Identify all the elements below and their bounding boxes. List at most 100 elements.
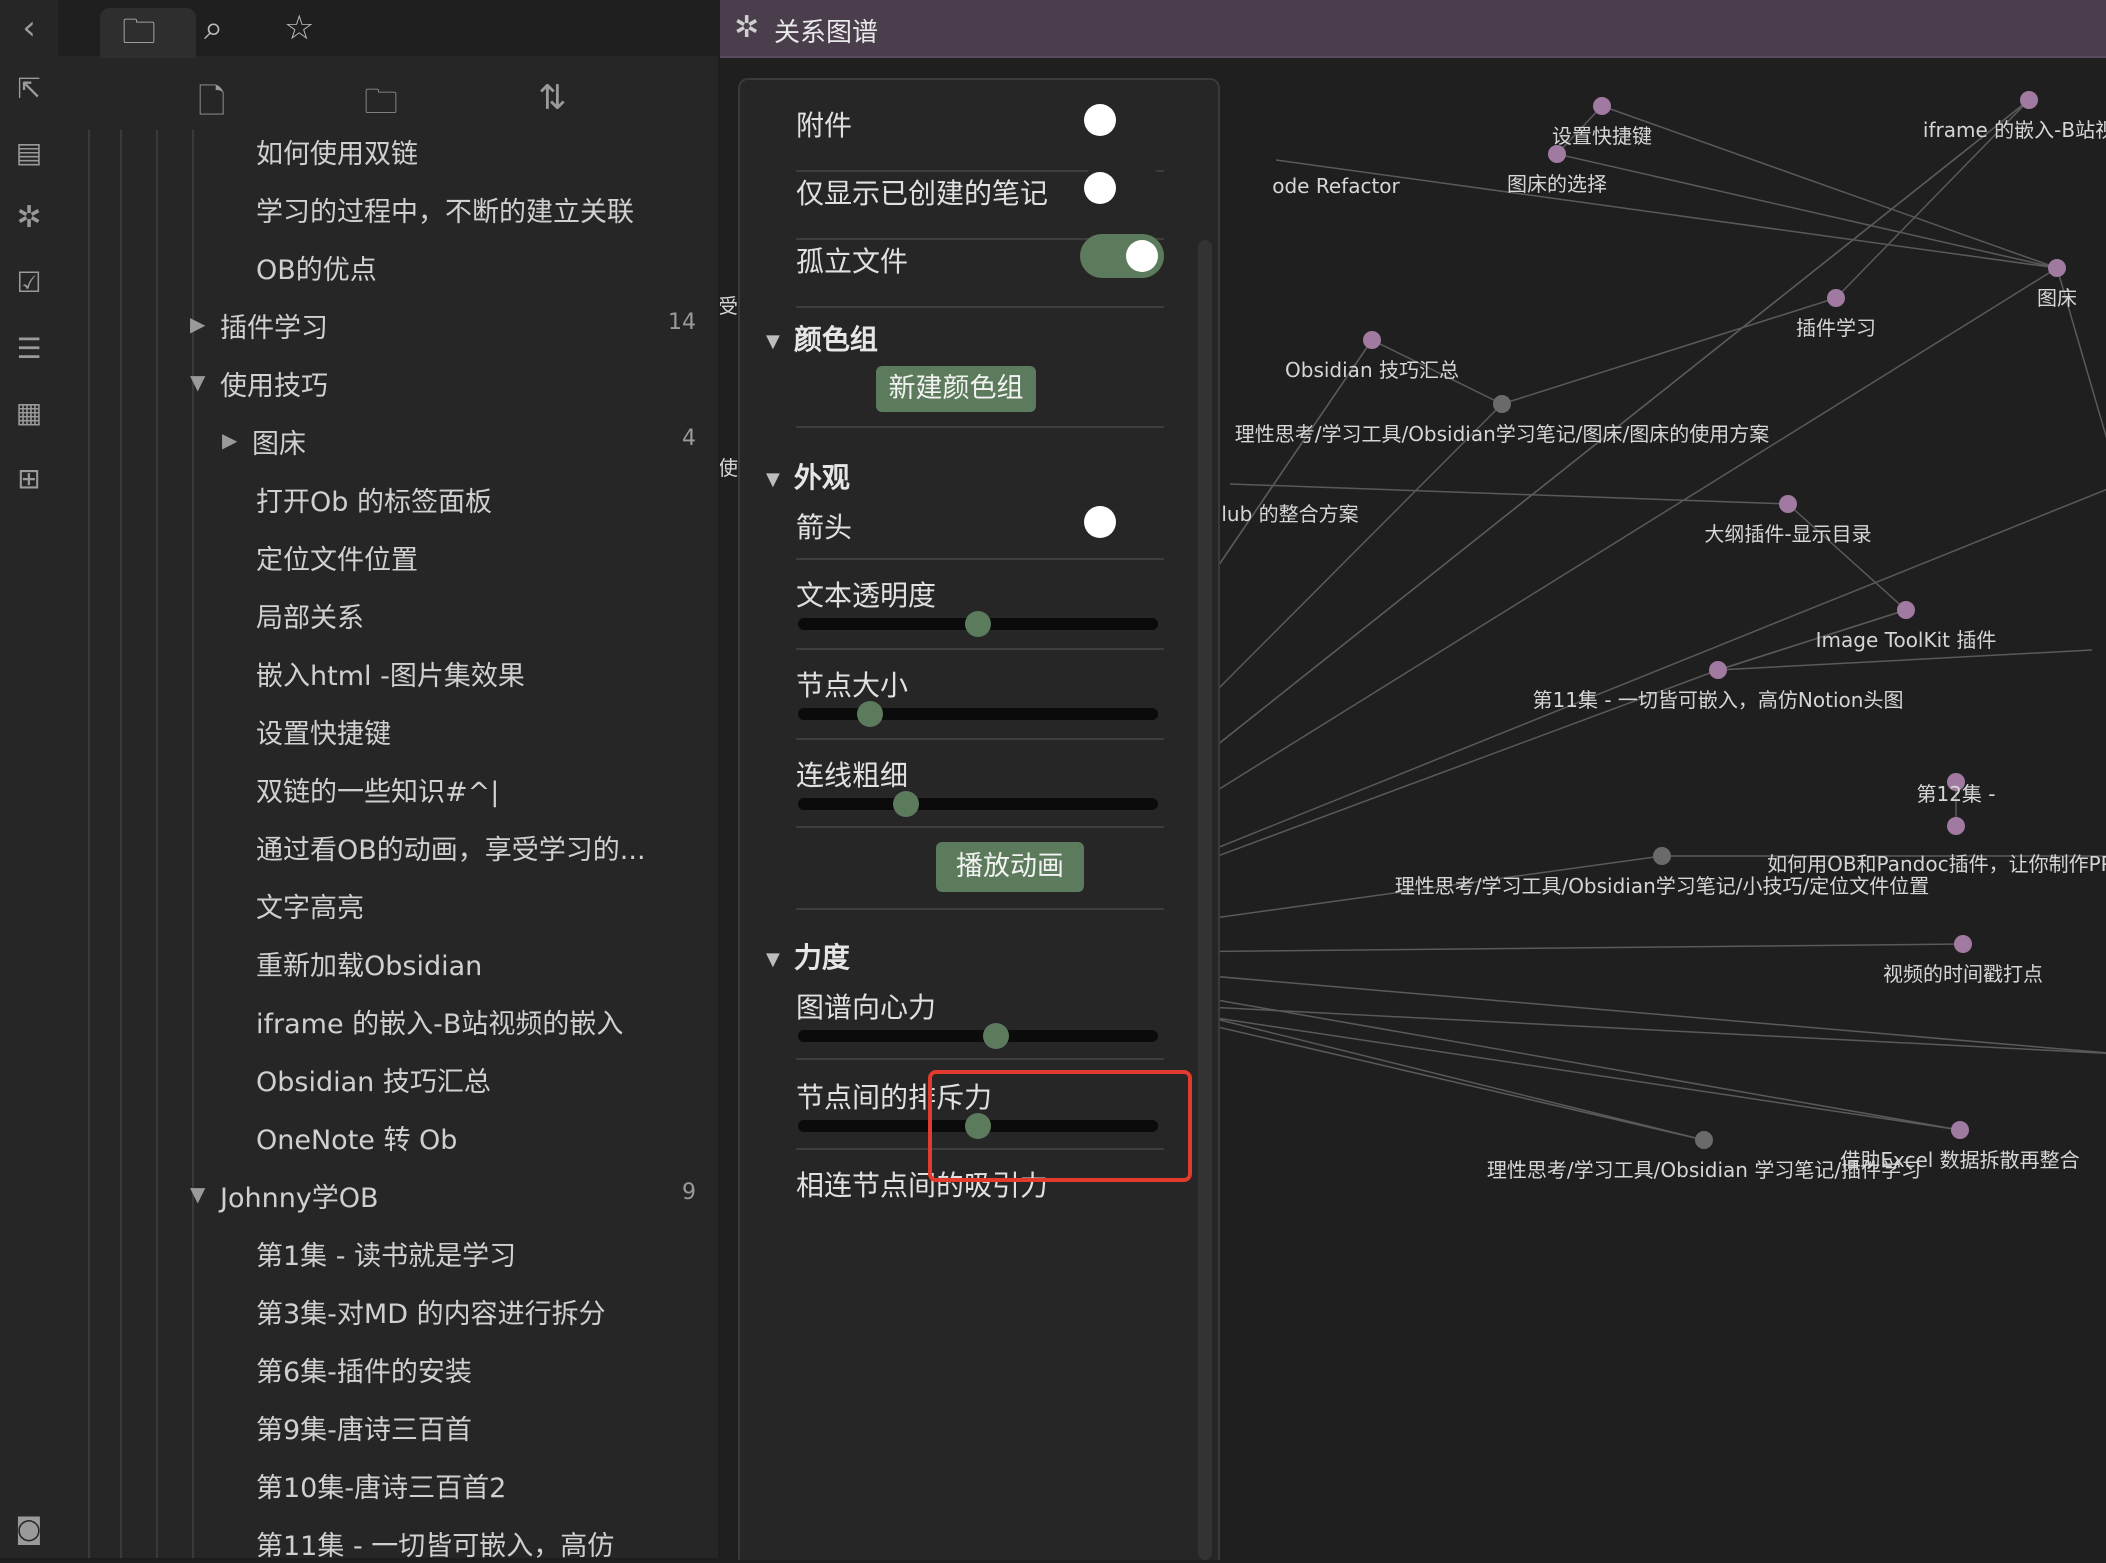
- tree-file[interactable]: 第1集 - 读书就是学习: [256, 1234, 516, 1273]
- tree-caret-icon[interactable]: ▶: [222, 428, 237, 452]
- tree-file[interactable]: 双链的一些知识#^|: [256, 770, 499, 809]
- arrows-label: 箭头: [796, 511, 853, 544]
- explorer-tab-bar: 🗀 ⌕ ☆: [58, 0, 718, 58]
- cards-icon[interactable]: ☰: [0, 332, 58, 365]
- table-settings-icon[interactable]: ⊞: [0, 462, 58, 495]
- tree-file[interactable]: Obsidian 技巧汇总: [256, 1060, 491, 1099]
- graph-node-label: 图床的选择: [1507, 172, 1607, 196]
- file-list-icon[interactable]: ▤: [0, 136, 58, 169]
- tree-folder[interactable]: 使用技巧: [220, 364, 328, 403]
- arrows-toggle[interactable]: [1080, 500, 1164, 544]
- center-force-slider[interactable]: [798, 1023, 1158, 1049]
- text-fade-slider[interactable]: [798, 611, 1158, 637]
- toggle-knob: [1126, 240, 1158, 272]
- tree-folder[interactable]: Johnny学OB: [220, 1176, 379, 1215]
- settings-scrollbar[interactable]: [1198, 240, 1212, 1560]
- blocks-gear-icon[interactable]: ▦: [0, 396, 58, 429]
- graph-node[interactable]: [1947, 817, 1965, 835]
- slider-thumb[interactable]: [857, 701, 883, 727]
- tree-file[interactable]: 第11集 - 一切皆可嵌入，高仿: [256, 1524, 614, 1563]
- groups-section-header[interactable]: ▼ 颜色组: [766, 318, 878, 358]
- collapse-caret-icon: ▼: [766, 468, 780, 490]
- node-size-slider[interactable]: [798, 701, 1158, 727]
- graph-node[interactable]: [1951, 1121, 1969, 1139]
- tree-file[interactable]: 第6集-插件的安装: [256, 1350, 472, 1389]
- tree-folder[interactable]: 插件学习: [220, 306, 328, 345]
- graph-node-label: ode Refactor: [1272, 174, 1400, 198]
- tree-caret-icon[interactable]: ▼: [190, 1182, 205, 1206]
- tree-count-badge: 9: [682, 1180, 696, 1205]
- animate-button[interactable]: 播放动画: [936, 842, 1084, 892]
- graph-node[interactable]: [2020, 91, 2038, 109]
- divider: [796, 558, 1164, 560]
- tree-file[interactable]: 通过看OB的动画，享受学习的...: [256, 828, 646, 867]
- graph-node[interactable]: [1779, 495, 1797, 513]
- collapse-arrow-icon[interactable]: ‹: [0, 8, 58, 48]
- folder-icon[interactable]: 🗀: [122, 8, 156, 65]
- existing-only-toggle[interactable]: [1080, 166, 1164, 210]
- graph-node[interactable]: [1709, 661, 1727, 679]
- forces-section-header[interactable]: ▼ 力度: [766, 936, 850, 976]
- new-note-icon[interactable]: 🗋: [198, 78, 225, 135]
- node-size-label: 节点大小: [796, 669, 909, 702]
- graph-node[interactable]: [2048, 259, 2066, 277]
- tree-guide-line: [120, 130, 122, 1558]
- tree-caret-icon[interactable]: ▶: [190, 312, 205, 336]
- vault-icon[interactable]: ◙: [0, 1512, 58, 1545]
- graph-node[interactable]: [1653, 847, 1671, 865]
- tree-file[interactable]: 打开Ob 的标签面板: [256, 480, 492, 519]
- graph-node[interactable]: [1954, 935, 1972, 953]
- graph-edge: [1109, 1001, 1961, 1131]
- toggle-knob: [1084, 506, 1116, 538]
- tree-file[interactable]: 第9集-唐诗三百首: [256, 1408, 472, 1447]
- link-thickness-slider[interactable]: [798, 791, 1158, 817]
- tree-file[interactable]: 嵌入html -图片集效果: [256, 654, 525, 693]
- graph-node[interactable]: [1493, 395, 1511, 413]
- tree-file[interactable]: OneNote 转 Ob: [256, 1118, 457, 1157]
- sort-icon[interactable]: ⇅: [538, 78, 567, 118]
- new-group-button[interactable]: 新建颜色组: [876, 366, 1036, 412]
- new-folder-icon[interactable]: 🗀: [364, 78, 398, 135]
- open-quick-switcher-icon[interactable]: ⇱: [0, 72, 58, 105]
- tree-file[interactable]: 文字高亮: [256, 886, 364, 925]
- tree-file[interactable]: 重新加载Obsidian: [256, 944, 482, 983]
- tree-file[interactable]: 局部关系: [256, 596, 364, 635]
- tree-caret-icon[interactable]: ▼: [190, 370, 205, 394]
- slider-thumb[interactable]: [893, 791, 919, 817]
- display-section-header[interactable]: ▼ 外观: [766, 456, 850, 496]
- tree-file[interactable]: 第3集-对MD 的内容进行拆分: [256, 1292, 606, 1331]
- graph-node[interactable]: [1897, 601, 1915, 619]
- tree-folder[interactable]: 图床: [252, 422, 306, 461]
- calendar-check-icon[interactable]: ☑: [0, 266, 58, 299]
- tree-file[interactable]: 设置快捷键: [256, 712, 391, 751]
- tree-file[interactable]: iframe 的嵌入-B站视频的嵌入: [256, 1002, 623, 1041]
- graph-node[interactable]: [1593, 97, 1611, 115]
- collapse-caret-icon: ▼: [766, 330, 780, 352]
- tree-file[interactable]: 定位文件位置: [256, 538, 418, 577]
- tree-guide-line: [192, 130, 194, 1558]
- attachments-toggle[interactable]: [1080, 98, 1164, 142]
- forces-header-text: 力度: [793, 941, 850, 974]
- tree-count-badge: 4: [682, 426, 696, 451]
- graph-icon: ✲: [734, 10, 760, 45]
- graph-node-label: 视频的时间戳打点: [1883, 962, 2043, 986]
- graph-node-label: 理性思考/学习工具/Obsidian学习笔记/小技巧/定位文件位置: [1394, 874, 1930, 898]
- graph-view-title: 关系图谱: [774, 18, 879, 48]
- graph-node[interactable]: [1363, 331, 1381, 349]
- slider-thumb[interactable]: [983, 1023, 1009, 1049]
- star-icon[interactable]: ☆: [284, 8, 314, 48]
- tree-guide-line: [88, 130, 90, 1558]
- tree-file[interactable]: OB的优点: [256, 248, 377, 287]
- slider-thumb[interactable]: [965, 611, 991, 637]
- graph-node-label: 第12集 -: [1916, 782, 1996, 806]
- graph-icon[interactable]: ✲: [0, 200, 58, 235]
- graph-node[interactable]: [1827, 289, 1845, 307]
- tree-file[interactable]: 学习的过程中，不断的建立关联: [256, 190, 634, 229]
- tree-file[interactable]: 如何使用双链: [256, 132, 418, 171]
- graph-edge: [1501, 297, 1837, 405]
- graph-node[interactable]: [1695, 1131, 1713, 1149]
- orphans-toggle[interactable]: [1080, 234, 1164, 278]
- tree-file[interactable]: 第10集-唐诗三百首2: [256, 1466, 506, 1505]
- display-header-text: 外观: [793, 461, 850, 494]
- search-icon[interactable]: ⌕: [204, 8, 223, 48]
